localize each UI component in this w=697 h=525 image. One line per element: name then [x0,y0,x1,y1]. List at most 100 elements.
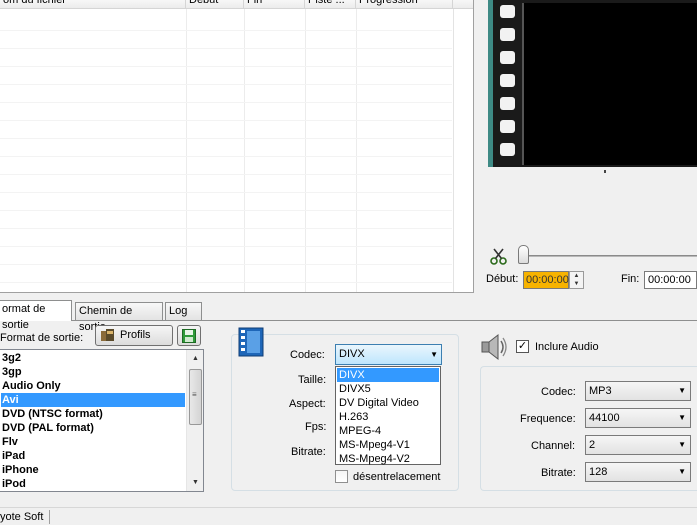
dropdown-option[interactable]: H.263 [337,410,439,424]
dropdown-option[interactable]: MPEG-4 [337,424,439,438]
list-item[interactable]: Audio Only [1,379,185,393]
frequency-select[interactable]: 44100 ▼ [585,408,691,428]
grip-icon: ≡ [192,390,197,399]
list-item[interactable]: DVD (NTSC format) [1,407,185,421]
row-divider [0,120,452,121]
list-item[interactable]: 3gp [1,365,185,379]
tab-log[interactable]: Log [165,302,202,320]
dropdown-option[interactable]: DIVX5 [337,382,439,396]
start-time-spinner[interactable]: ▲ ▼ [569,271,584,289]
list-item[interactable]: iPad [1,449,185,463]
audio-bitrate-select[interactable]: 128 ▼ [585,462,691,482]
row-divider [0,192,452,193]
frequency-value: 44100 [589,412,620,424]
film-hole [500,51,515,64]
codec-dropdown-list[interactable]: DIVX DIVX5 DV Digital Video H.263 MPEG-4… [335,366,441,465]
chevron-down-icon: ▼ [678,386,686,395]
chevron-down-icon: ▼ [678,440,686,449]
size-label: Taille: [298,374,327,386]
list-item-selected[interactable]: Avi [1,393,185,407]
tab-output-path[interactable]: Chemin de sortie [75,302,163,333]
aspect-label: Aspect: [289,398,326,410]
film-hole [500,28,515,41]
channel-select[interactable]: 2 ▼ [585,435,691,455]
list-item[interactable]: Flv [1,435,185,449]
film-hole [500,5,515,18]
tab-baseline [0,320,697,321]
column-header-start[interactable]: Debut [186,0,244,9]
column-divider [186,9,187,292]
chevron-down-icon: ▼ [430,350,438,359]
scroll-thumb[interactable]: ≡ [189,369,202,425]
film-hole [500,143,515,156]
spin-up-icon[interactable]: ▲ [570,272,583,280]
audio-codec-value: MP3 [589,385,612,397]
list-item[interactable]: iPhone [1,463,185,477]
scroll-up-icon[interactable]: ▲ [187,350,203,367]
column-header-track[interactable]: Piste ... [305,0,356,9]
audio-bitrate-value: 128 [589,466,608,478]
chevron-down-icon: ▼ [678,467,686,476]
codec-value: DIVX [339,348,365,360]
file-list[interactable]: om du fichier Debut Fin Piste ... Progre… [0,0,474,293]
save-icon [182,329,196,343]
speaker-icon [481,333,507,361]
profiles-icon [101,329,114,341]
audio-bitrate-label: Bitrate: [541,467,576,479]
column-divider [305,9,306,292]
spin-down-icon[interactable]: ▼ [570,280,583,288]
list-item[interactable]: iPod [1,477,185,491]
video-screen [522,3,697,165]
row-divider [0,30,452,31]
row-divider [0,102,452,103]
channel-label: Channel: [531,440,576,452]
start-time-label: Début: [486,273,519,285]
column-header-progress[interactable]: Progression [356,0,453,9]
preview-panel: Début: 00:00:00 ▲ ▼ Fin: 00:00:00 [476,0,697,293]
film-hole [500,120,515,133]
video-bitrate-label: Bitrate: [291,446,326,458]
format-list-scrollbar[interactable]: ▲ ≡ ▼ [186,350,203,491]
row-divider [0,246,452,247]
profiles-button[interactable]: Profils [95,325,173,346]
column-header-end[interactable]: Fin [244,0,305,9]
film-hole [500,74,515,87]
end-time-label: Fin: [621,273,640,285]
list-item[interactable]: DVD (PAL format) [1,421,185,435]
tab-output-format[interactable]: ormat de sortie [0,300,72,331]
scroll-down-icon[interactable]: ▼ [187,474,203,491]
dropdown-option[interactable]: MS-Mpeg4-V2 [337,452,439,466]
output-format-list[interactable]: 3g2 3gp Audio Only Avi DVD (NTSC format)… [0,349,204,492]
codec-label: Codec: [290,349,325,361]
row-divider [0,210,452,211]
codec-select[interactable]: DIVX ▼ [335,344,442,365]
row-divider [0,282,452,283]
trim-slider-thumb[interactable] [518,245,529,264]
dropdown-option[interactable]: MS-Mpeg4-V1 [337,438,439,452]
status-bar: yote Soft [0,507,697,525]
dropdown-option-selected[interactable]: DIVX [337,368,439,382]
include-audio-checkbox[interactable]: ✓ [516,340,529,353]
column-divider [244,9,245,292]
save-profile-button[interactable] [177,325,201,346]
row-divider [0,48,452,49]
profiles-button-label: Profils [120,329,151,341]
channel-value: 2 [589,439,596,451]
chevron-down-icon: ▼ [678,413,686,422]
deinterlace-checkbox[interactable] [335,470,348,483]
output-format-label: Format de sortie: [0,332,84,344]
column-header-filename[interactable]: om du fichier [0,0,186,9]
row-divider [0,84,452,85]
start-time-input[interactable]: 00:00:00 [523,271,569,289]
trim-slider-track[interactable] [520,255,697,257]
row-divider [0,66,452,67]
end-time-input[interactable]: 00:00:00 [644,271,697,289]
video-file-icon [238,327,264,357]
dropdown-option[interactable]: DV Digital Video [337,396,439,410]
audio-codec-select[interactable]: MP3 ▼ [585,381,691,401]
scissors-icon[interactable] [490,247,508,265]
list-item[interactable]: 3g2 [1,351,185,365]
row-divider [0,264,452,265]
film-edge [488,0,493,167]
list-scroll-edge [453,9,454,292]
